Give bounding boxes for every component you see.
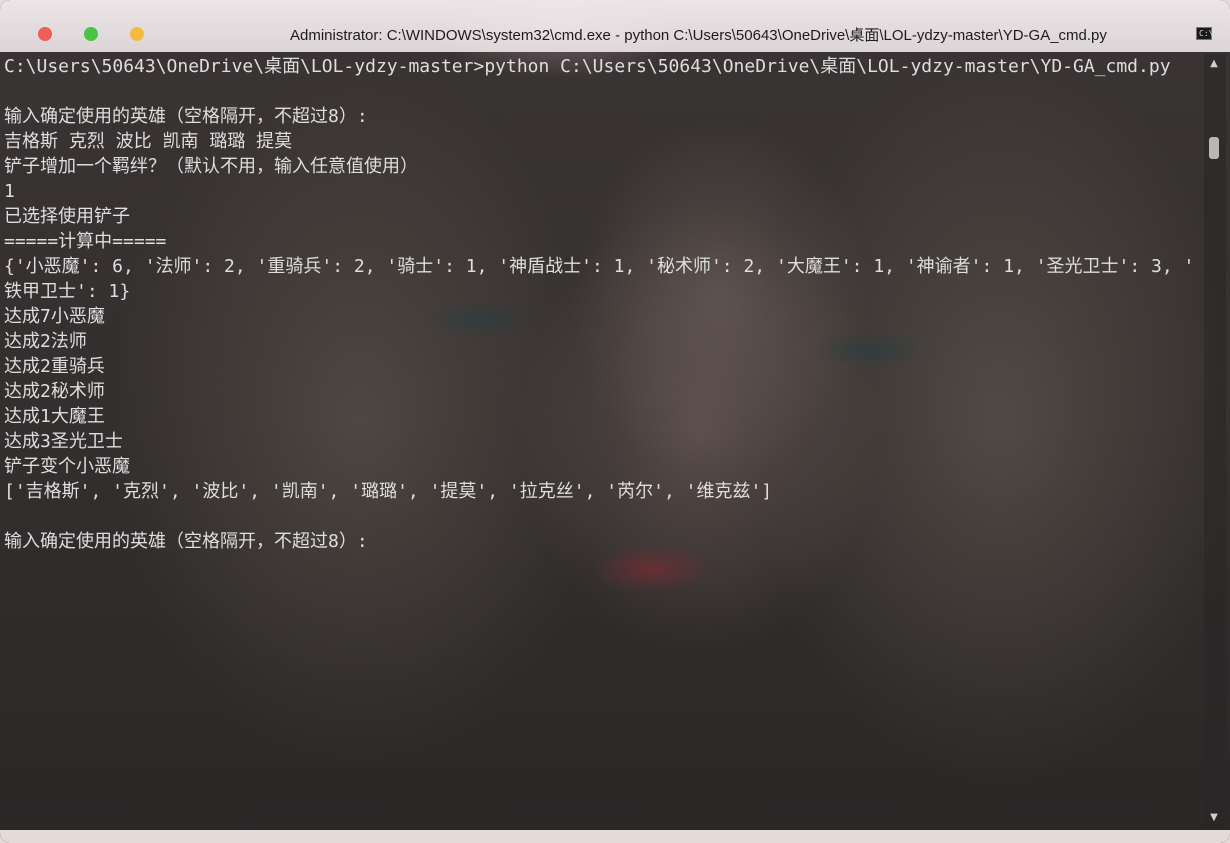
terminal-window: Administrator: C:\WINDOWS\system32\cmd.e… [0, 0, 1230, 843]
console-line: 铲子增加一个羁绊？（默认不用，输入任意值使用） [4, 156, 418, 177]
console-line: 吉格斯 克烈 波比 凯南 璐璐 提莫 [4, 131, 293, 152]
window-title: Administrator: C:\WINDOWS\system32\cmd.e… [290, 27, 1107, 44]
console-line: 达成7小恶魔 [4, 306, 105, 327]
console-line: 铲子变个小恶魔 [4, 456, 130, 477]
console-output[interactable]: C:\Users\50643\OneDrive\桌面\LOL-ydzy-mast… [4, 54, 1200, 824]
console-line: 输入确定使用的英雄（空格隔开，不超过8）: [4, 531, 368, 552]
console-line: 达成3圣光卫士 [4, 431, 123, 452]
console-line: 1 [4, 181, 15, 202]
close-button[interactable] [38, 27, 52, 41]
console-line: 达成2重骑兵 [4, 356, 105, 377]
console-line: 已选择使用铲子 [4, 206, 130, 227]
maximize-button[interactable] [84, 27, 98, 41]
scroll-down-arrow[interactable]: ▼ [1208, 812, 1220, 823]
console-line: C:\Users\50643\OneDrive\桌面\LOL-ydzy-mast… [4, 56, 1171, 77]
console-line: 铁甲卫士': 1} [4, 281, 131, 302]
console-line: 输入确定使用的英雄（空格隔开，不超过8）: [4, 106, 368, 127]
window-bottom-border [0, 830, 1230, 843]
vertical-scrollbar[interactable] [1204, 54, 1226, 830]
minimize-button[interactable] [130, 27, 144, 41]
console-line: {'小恶魔': 6, '法师': 2, '重骑兵': 2, '骑士': 1, '… [4, 256, 1195, 277]
console-line: ['吉格斯', '克烈', '波比', '凯南', '璐璐', '提莫', '拉… [4, 481, 773, 502]
console-line: 达成2秘术师 [4, 381, 105, 402]
console-line: =====计算中===== [4, 231, 167, 252]
title-bar[interactable]: Administrator: C:\WINDOWS\system32\cmd.e… [0, 0, 1230, 52]
scroll-up-arrow[interactable]: ▲ [1208, 58, 1220, 69]
cmd-icon: C:\ [1196, 27, 1213, 40]
console-line: 达成1大魔王 [4, 406, 105, 427]
console-line: 达成2法师 [4, 331, 87, 352]
scroll-thumb[interactable] [1209, 137, 1219, 159]
